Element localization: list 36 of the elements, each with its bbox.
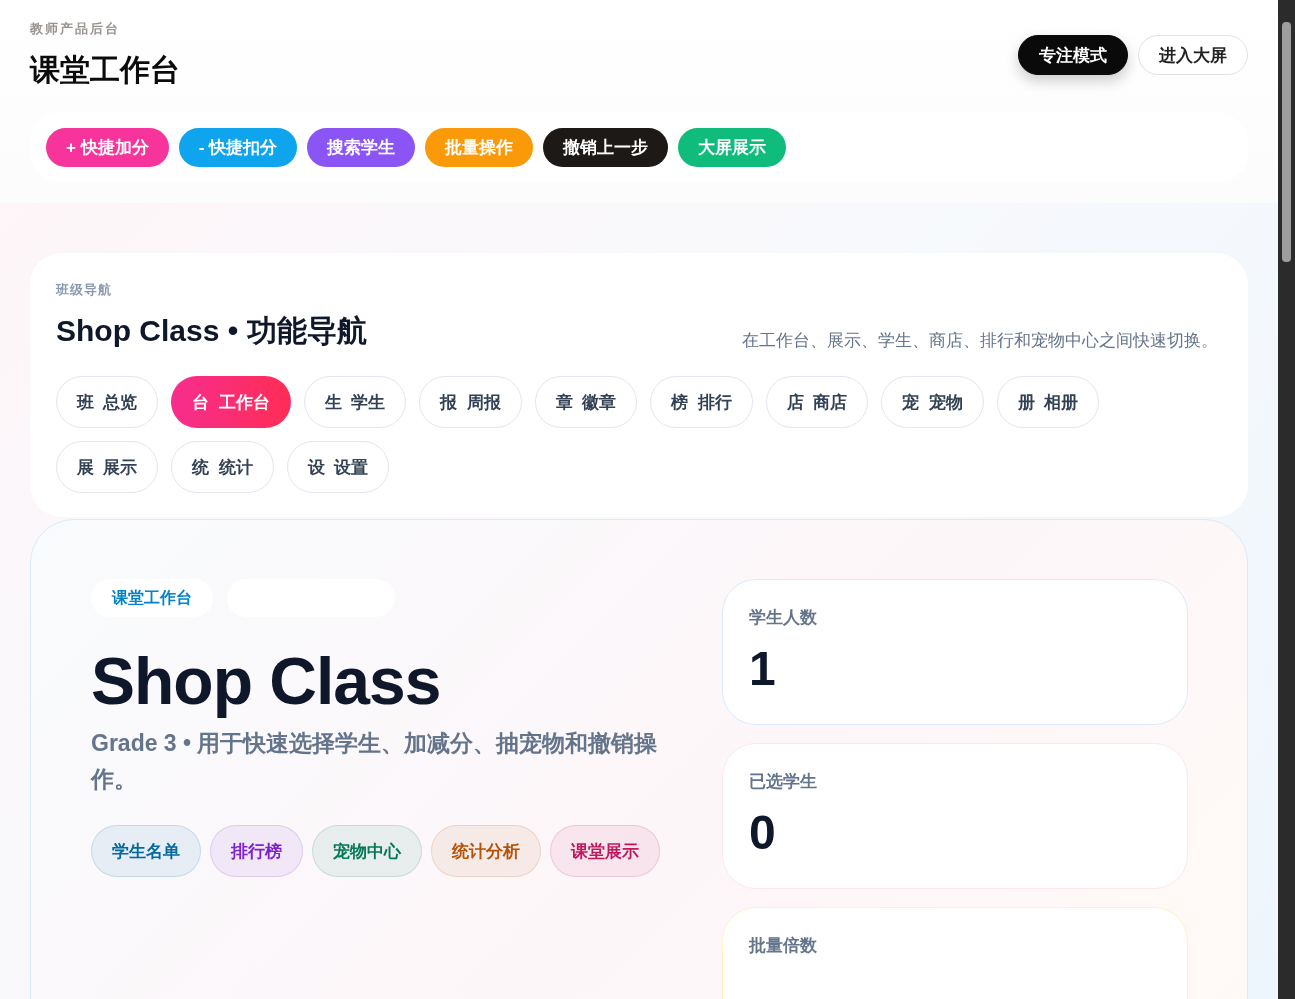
page-title: 课堂工作台 [30, 52, 180, 88]
stat-value: 0 [749, 805, 777, 860]
nav-eyebrow: 班级导航 [56, 281, 113, 299]
nav-tab[interactable]: 统 统计 [171, 441, 274, 493]
quick-action-button[interactable]: + 快捷加分 [46, 128, 169, 167]
stat-label: 已选学生 [749, 771, 818, 793]
shortcut-chip[interactable]: 学生名单 [91, 825, 201, 877]
nav-tab[interactable]: 章 徽章 [534, 376, 638, 428]
shortcut-chip[interactable]: 课堂展示 [550, 825, 660, 877]
shortcut-chip[interactable]: 排行榜 [210, 825, 303, 877]
hero-title: Shop Class [91, 643, 442, 719]
scrollbar[interactable] [1278, 0, 1295, 999]
hero-subtitle: Grade 3 • 用于快速选择学生、加减分、抽宠物和撤销操作。 [91, 729, 659, 794]
nav-tab[interactable]: 册 相册 [996, 376, 1100, 428]
shortcut-chip[interactable]: 统计分析 [431, 825, 541, 877]
stat-value: 1 [749, 641, 777, 696]
hero-tag: 课堂工作台 [91, 579, 213, 617]
nav-tab[interactable]: 榜 排行 [650, 376, 753, 428]
quick-action-button[interactable]: 搜索学生 [307, 128, 416, 167]
eyebrow-label: 教师产品后台 [30, 20, 121, 38]
nav-tab[interactable]: 班 总览 [56, 376, 159, 428]
header-button[interactable]: 进入大屏 [1138, 35, 1248, 75]
nav-tab[interactable]: 店 商店 [765, 376, 869, 428]
nav-tab[interactable]: 生 学生 [303, 376, 407, 428]
nav-hint: 在工作台、展示、学生、商店、排行和宠物中心之间快速切换。 [742, 330, 1219, 352]
nav-tab[interactable]: 宠 宠物 [881, 376, 984, 428]
shortcut-chip[interactable]: 宠物中心 [312, 825, 422, 877]
nav-tab[interactable]: 台 工作台 [171, 376, 291, 428]
quick-action-button[interactable]: 撤销上一步 [543, 128, 669, 167]
focus-mode-button[interactable]: 专注模式 [1018, 35, 1128, 75]
nav-tab[interactable]: 设 设置 [286, 441, 390, 493]
stat-label: 学生人数 [749, 607, 818, 629]
nav-tab[interactable]: 报 周报 [419, 376, 522, 428]
stat-label: 批量倍数 [749, 935, 818, 957]
nav-tab[interactable]: 展 展示 [56, 441, 159, 493]
nav-title: Shop Class • 功能导航 [56, 313, 367, 349]
